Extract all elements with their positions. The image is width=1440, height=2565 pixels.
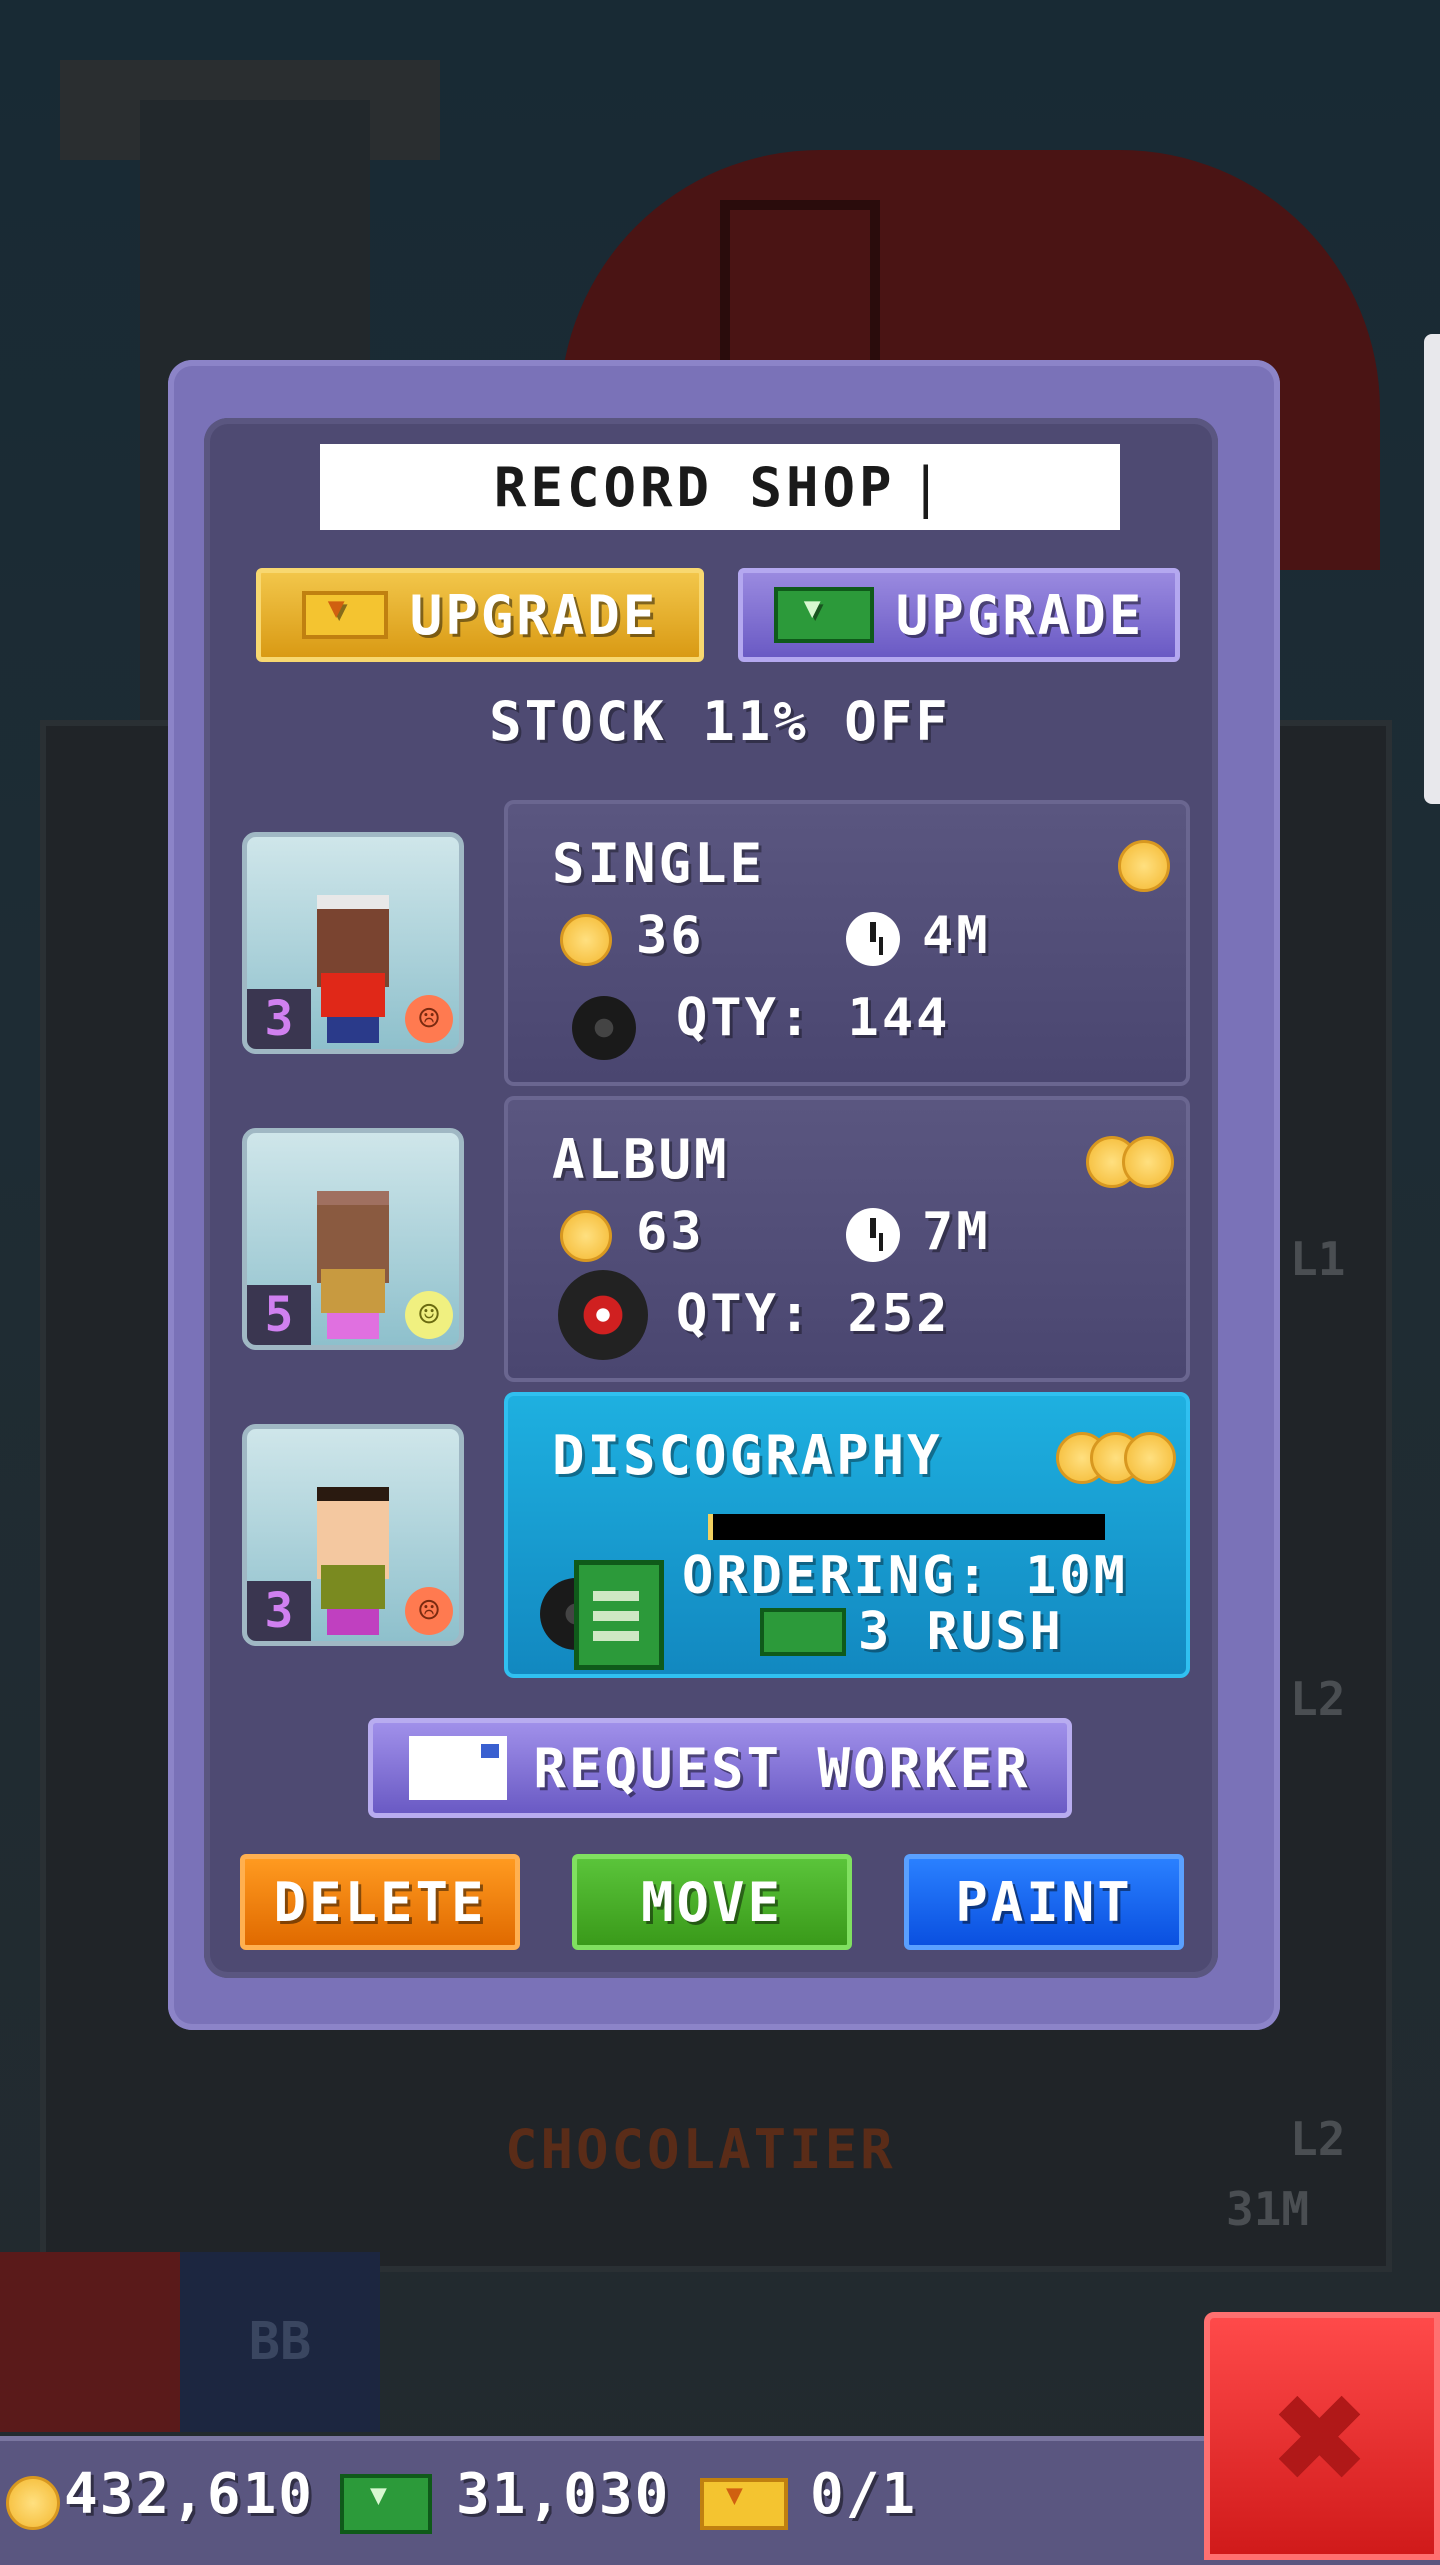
coin-tier-icon [1118, 840, 1170, 892]
unhappy-face-icon: ☹ [405, 1587, 453, 1635]
background-floor-label: CHOCOLATIER [505, 2118, 896, 2181]
unhappy-face-icon: ☹ [405, 995, 453, 1043]
move-button[interactable]: MOVE [572, 1854, 852, 1950]
barn-door-scenery [720, 200, 880, 370]
upgrade-ticket-button[interactable]: UPGRADE [256, 568, 704, 662]
upgrade-ticket-label: UPGRADE [409, 583, 659, 647]
elevator-button[interactable] [0, 2252, 180, 2432]
side-scroll-handle[interactable] [1424, 334, 1440, 804]
coin-icon [6, 2476, 60, 2530]
delete-button[interactable]: DELETE [240, 1854, 520, 1950]
worker-slot-1[interactable]: 3 ☹ [242, 832, 464, 1054]
move-label: MOVE [640, 1870, 784, 1934]
worker-legs [327, 1017, 379, 1043]
product-time: 7M [922, 1202, 991, 1262]
background-side-label: L2 [1290, 1672, 1346, 1726]
request-worker-label: REQUEST WORKER [533, 1736, 1031, 1800]
record-icon [558, 1270, 648, 1360]
coin-count: 432,610 [64, 2462, 315, 2527]
paint-label: PAINT [955, 1870, 1133, 1934]
background-side-label: 31M [1226, 2182, 1310, 2236]
record-icon [572, 996, 636, 1060]
ticket-icon [301, 591, 388, 639]
bux-icon [760, 1608, 846, 1656]
worker-slot-3[interactable]: 3 ☹ [242, 1424, 464, 1646]
clock-icon [846, 1208, 900, 1262]
worker-shirt [321, 973, 385, 1017]
worker-legs [327, 1609, 379, 1635]
bux-icon [340, 2474, 432, 2534]
neutral-face-icon: ☺ [405, 1291, 453, 1339]
worker-shirt [321, 1565, 385, 1609]
upgrade-bux-label: UPGRADE [895, 583, 1145, 647]
worker-slot-2[interactable]: 5 ☺ [242, 1128, 464, 1350]
request-worker-button[interactable]: REQUEST WORKER [368, 1718, 1072, 1818]
stock-discount-text: STOCK 11% OFF [489, 690, 951, 753]
close-button[interactable]: ✖ [1204, 2312, 1440, 2560]
worker-level-badge: 3 [247, 989, 311, 1049]
paint-button[interactable]: PAINT [904, 1854, 1184, 1950]
coin-tier-icon [1124, 1432, 1176, 1484]
ordering-progress-bar [708, 1514, 1105, 1540]
ticket-count: 0/1 [810, 2462, 918, 2527]
bb-label: BB [248, 2312, 312, 2372]
product-time: 4M [922, 906, 991, 966]
product-name: ALBUM [552, 1128, 730, 1191]
delete-label: DELETE [273, 1870, 487, 1934]
product-qty: QTY: 252 [676, 1284, 951, 1344]
background-side-label: L1 [1290, 1232, 1346, 1286]
clock-icon [846, 912, 900, 966]
rush-button[interactable]: 3 RUSH [858, 1602, 1064, 1662]
catalog-icon [574, 1560, 664, 1670]
product-qty: QTY: 144 [676, 988, 951, 1048]
shop-name-field[interactable]: RECORD SHOP | [320, 444, 1120, 530]
product-name: DISCOGRAPHY [552, 1424, 943, 1487]
product-cost: 36 [636, 906, 705, 966]
coin-tier-icon [1122, 1136, 1174, 1188]
worker-level-badge: 5 [247, 1285, 311, 1345]
coin-icon [560, 1210, 612, 1262]
upgrade-bux-button[interactable]: UPGRADE [738, 568, 1180, 662]
worker-level-badge: 3 [247, 1581, 311, 1641]
envelope-icon [409, 1736, 508, 1800]
bux-icon [773, 587, 874, 643]
ticket-icon [700, 2478, 788, 2530]
product-cost: 63 [636, 1202, 705, 1262]
close-icon: ✖ [1273, 2342, 1371, 2530]
ordering-status: ORDERING: 10M [682, 1546, 1128, 1606]
worker-shirt [321, 1269, 385, 1313]
shop-title: RECORD SHOP [493, 455, 896, 519]
product-name: SINGLE [552, 832, 766, 895]
text-cursor: | [909, 455, 947, 519]
bb-button[interactable]: BB [180, 2252, 380, 2432]
coin-icon [560, 914, 612, 966]
bux-count: 31,030 [456, 2462, 671, 2527]
background-side-label: L2 [1290, 2112, 1346, 2166]
worker-legs [327, 1313, 379, 1339]
